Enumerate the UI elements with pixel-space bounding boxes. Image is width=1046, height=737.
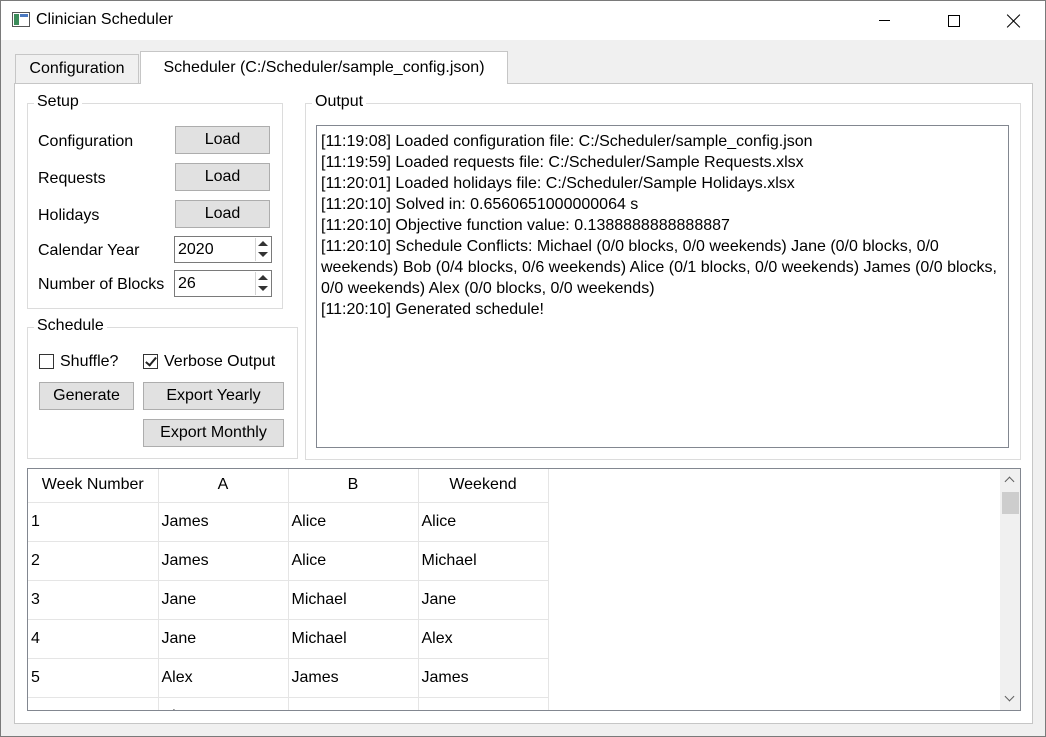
table-cell[interactable]: 2 — [28, 541, 159, 581]
setup-group-title: Setup — [34, 93, 82, 111]
table-cell[interactable]: Michael — [418, 541, 549, 581]
output-log[interactable]: [11:19:08] Loaded configuration file: C:… — [316, 125, 1009, 448]
log-line: [11:19:08] Loaded configuration file: C:… — [321, 133, 813, 150]
table-row: 4 Jane Michael Alex — [28, 619, 549, 659]
scroll-up-icon[interactable] — [1005, 475, 1015, 485]
close-button[interactable] — [991, 1, 1037, 40]
log-line: [11:20:10] Solved in: 0.6560651000000064… — [321, 196, 639, 213]
column-header-week-number[interactable]: Week Number — [28, 469, 159, 503]
table-cell[interactable]: Michael — [288, 619, 419, 659]
table-row: 2 James Alice Michael — [28, 541, 549, 581]
schedule-group-title: Schedule — [34, 317, 107, 335]
verbose-output-checkbox[interactable] — [143, 354, 158, 369]
column-header-weekend[interactable]: Weekend — [418, 469, 549, 503]
tab-configuration[interactable]: Configuration — [15, 54, 139, 83]
scheduler-tab-pane: Setup Configuration Load Requests Load H… — [14, 83, 1033, 724]
table-row: 6 Alex James James — [28, 697, 549, 710]
table-row: 1 James Alice Alice — [28, 502, 549, 542]
calendar-year-label: Calendar Year — [38, 242, 140, 259]
log-line: [11:20:10] Generated schedule! — [321, 301, 544, 318]
window-title: Clinician Scheduler — [36, 11, 173, 28]
table-row: 3 Jane Michael Jane — [28, 580, 549, 620]
number-of-blocks-label: Number of Blocks — [38, 276, 165, 293]
table-cell[interactable]: Jane — [158, 619, 289, 659]
verbose-output-label[interactable]: Verbose Output — [164, 353, 275, 371]
log-line: [11:20:10] Schedule Conflicts: Michael (… — [321, 238, 997, 297]
calendar-year-spinbox[interactable]: 2020 — [174, 236, 272, 263]
table-cell[interactable]: James — [158, 541, 289, 581]
app-window: Clinician Scheduler Configuration Schedu… — [0, 0, 1046, 737]
shuffle-label[interactable]: Shuffle? — [60, 353, 118, 371]
table-cell[interactable]: James — [288, 658, 419, 698]
export-monthly-button[interactable]: Export Monthly — [143, 419, 284, 447]
log-line: [11:20:01] Loaded holidays file: C:/Sche… — [321, 175, 795, 192]
calendar-year-value: 2020 — [178, 241, 214, 258]
number-of-blocks-spinbox[interactable]: 26 — [174, 270, 272, 297]
generate-button[interactable]: Generate — [39, 382, 134, 410]
table-cell[interactable]: Alex — [158, 658, 289, 698]
table-cell[interactable]: Michael — [288, 580, 419, 620]
output-group-title: Output — [312, 93, 367, 111]
table-cell[interactable]: Alice — [288, 502, 419, 542]
minimize-icon — [878, 20, 890, 21]
app-icon — [12, 12, 30, 27]
load-requests-button[interactable]: Load — [175, 163, 270, 191]
spin-down-icon[interactable] — [258, 252, 268, 257]
table-cell[interactable]: James — [418, 697, 549, 710]
configuration-label: Configuration — [38, 133, 134, 150]
table-cell[interactable]: James — [288, 697, 419, 710]
close-icon — [1007, 14, 1021, 28]
scroll-down-icon[interactable] — [1005, 694, 1015, 704]
load-configuration-button[interactable]: Load — [175, 126, 270, 154]
scrollbar-thumb[interactable] — [1002, 492, 1019, 514]
table-cell[interactable]: 1 — [28, 502, 159, 542]
spin-down-icon[interactable] — [258, 286, 268, 291]
tab-scheduler[interactable]: Scheduler (C:/Scheduler/sample_config.js… — [140, 51, 508, 84]
shuffle-checkbox[interactable] — [39, 354, 54, 369]
calendar-year-stepper[interactable] — [255, 238, 270, 261]
table-cell[interactable]: 6 — [28, 697, 159, 710]
table-cell[interactable]: James — [158, 502, 289, 542]
spin-up-icon[interactable] — [258, 275, 268, 280]
table-vertical-scrollbar[interactable] — [1000, 469, 1020, 710]
maximize-button[interactable] — [931, 1, 977, 40]
table-row: 5 Alex James James — [28, 658, 549, 698]
minimize-button[interactable] — [861, 1, 907, 40]
log-line: [11:19:59] Loaded requests file: C:/Sche… — [321, 154, 804, 171]
export-yearly-button[interactable]: Export Yearly — [143, 382, 284, 410]
number-of-blocks-value: 26 — [178, 275, 196, 292]
table-header-row: Week Number A B Weekend — [28, 469, 549, 503]
schedule-table[interactable]: Week Number A B Weekend 1 James Alice Al… — [27, 468, 1021, 711]
log-line: [11:20:10] Objective function value: 0.1… — [321, 217, 730, 234]
table-cell[interactable]: Alice — [288, 541, 419, 581]
load-holidays-button[interactable]: Load — [175, 200, 270, 228]
title-bar: Clinician Scheduler — [1, 1, 1045, 40]
table-cell[interactable]: Alice — [418, 502, 549, 542]
column-header-a[interactable]: A — [158, 469, 289, 503]
table-cell[interactable]: James — [418, 658, 549, 698]
table-cell[interactable]: Alex — [418, 619, 549, 659]
table-cell[interactable]: Jane — [158, 580, 289, 620]
schedule-grid: Week Number A B Weekend 1 James Alice Al… — [28, 469, 549, 710]
table-cell[interactable]: Jane — [418, 580, 549, 620]
requests-label: Requests — [38, 170, 106, 187]
table-cell[interactable]: 3 — [28, 580, 159, 620]
table-cell[interactable]: 5 — [28, 658, 159, 698]
holidays-label: Holidays — [38, 207, 100, 224]
spin-up-icon[interactable] — [258, 241, 268, 246]
maximize-icon — [948, 14, 960, 27]
table-cell[interactable]: Alex — [158, 697, 289, 710]
number-of-blocks-stepper[interactable] — [255, 272, 270, 295]
table-cell[interactable]: 4 — [28, 619, 159, 659]
column-header-b[interactable]: B — [288, 469, 419, 503]
